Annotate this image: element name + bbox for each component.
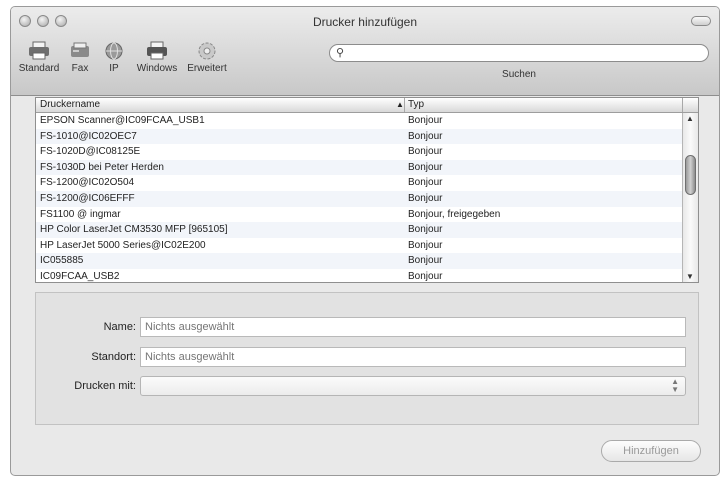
titlebar: Drucker hinzufügen Standard Fax IP Windo… xyxy=(11,7,719,96)
printer-type-cell: Bonjour xyxy=(408,115,443,126)
name-label: Name: xyxy=(103,321,136,333)
table-row[interactable]: FS-1200@IC06EFFF Bonjour xyxy=(36,191,682,207)
printer-name-cell: FS-1200@IC06EFFF xyxy=(40,193,135,204)
printer-type-cell: Bonjour xyxy=(408,130,443,142)
table-row[interactable]: FS-1200@IC02O504 Bonjour xyxy=(36,175,682,191)
table-row[interactable]: IC055885 Bonjour xyxy=(36,253,682,269)
location-field[interactable] xyxy=(140,347,686,367)
toolbar-item-ip[interactable]: IP xyxy=(99,41,129,74)
fax-icon xyxy=(71,42,89,57)
printer-type-cell: Bonjour xyxy=(408,271,443,282)
toolbar-item-advanced[interactable]: Erweitert xyxy=(183,41,231,74)
table-row[interactable]: HP LaserJet 5000 Series@IC02E200 Bonjour xyxy=(36,238,682,254)
search-field[interactable]: ⚲ xyxy=(329,44,709,62)
globe-icon xyxy=(105,42,123,60)
table-row[interactable]: FS-1020D@IC08125E Bonjour xyxy=(36,144,682,160)
driver-label: Drucken mit: xyxy=(74,380,136,392)
toolbar-label: Erweitert xyxy=(187,63,227,74)
toolbar-label: Standard xyxy=(18,63,60,74)
column-header-printer-name[interactable]: Druckername xyxy=(40,99,100,110)
search-label: Suchen xyxy=(502,69,536,80)
printer-type-cell: Bonjour xyxy=(408,161,443,173)
toolbar-label: Windows xyxy=(136,63,178,74)
column-divider xyxy=(682,98,683,112)
printer-type-cell: Bonjour xyxy=(408,255,443,267)
printer-name-cell: FS-1030D bei Peter Herden xyxy=(40,161,164,173)
column-header-type[interactable]: Typ xyxy=(408,99,424,110)
printer-type-cell: Bonjour xyxy=(408,224,443,236)
table-row[interactable]: FS1100 @ ingmar Bonjour, freigegeben xyxy=(36,207,682,223)
table-row[interactable]: FS-1030D bei Peter Herden Bonjour xyxy=(36,159,682,176)
table-row[interactable]: IC09FCAA_USB2 Bonjour xyxy=(36,269,682,282)
printer-name-cell: FS1100 @ ingmar xyxy=(40,208,121,220)
toolbar-label: Fax xyxy=(71,63,89,74)
printer-name-cell: IC055885 xyxy=(40,255,84,267)
toolbar-toggle-button[interactable] xyxy=(691,16,711,26)
chevron-updown-icon: ▲ ▼ xyxy=(671,377,679,394)
add-button[interactable]: Hinzufügen xyxy=(601,440,701,462)
printer-name-cell: FS-1020D@IC08125E xyxy=(40,146,141,158)
column-divider xyxy=(404,98,405,112)
sort-ascending-icon: ▲ xyxy=(396,100,404,109)
printer-type-cell: Bonjour xyxy=(408,193,443,204)
printer-name-cell: FS-1200@IC02O504 xyxy=(40,177,135,189)
details-panel: Name: Standort: Drucken mit: ▲▼ xyxy=(35,292,699,425)
add-printer-window: Drucker hinzufügen Standard Fax IP Windo… xyxy=(10,6,720,476)
windows-printer-icon xyxy=(147,41,167,60)
printer-type-cell: Bonjour xyxy=(408,177,443,189)
scroll-thumb[interactable] xyxy=(685,155,696,195)
table-row[interactable]: FS-1010@IC02OEC7 Bonjour xyxy=(36,128,682,145)
table-row[interactable]: EPSON Scanner@IC09FCAA_USB1 Bonjour xyxy=(36,113,682,129)
printer-icon xyxy=(29,41,49,60)
printer-name-cell: HP LaserJet 5000 Series@IC02E200 xyxy=(40,239,206,251)
toolbar-item-standard[interactable]: Standard xyxy=(17,41,61,74)
driver-select[interactable]: ▲ ▼ xyxy=(140,376,686,396)
location-label: Standort: xyxy=(91,351,136,363)
printer-name-cell: HP Color LaserJet CM3530 MFP [965105] xyxy=(40,224,228,236)
printer-type-cell: Bonjour, freigegeben xyxy=(408,208,501,220)
gear-icon xyxy=(198,42,216,60)
name-field[interactable] xyxy=(140,317,686,337)
search-icon: ⚲ xyxy=(336,47,345,59)
toolbar-item-windows[interactable]: Windows xyxy=(135,41,179,74)
scroll-up-icon[interactable]: ▲ xyxy=(686,114,694,123)
toolbar-item-fax[interactable]: Fax xyxy=(65,41,95,74)
printer-type-cell: Bonjour xyxy=(408,239,443,251)
printer-list[interactable]: Druckername ▲ Typ EPSON Scanner@IC09FCAA… xyxy=(35,97,699,283)
printer-name-cell: FS-1010@IC02OEC7 xyxy=(40,130,137,142)
search-input[interactable] xyxy=(350,46,704,62)
table-row[interactable]: HP Color LaserJet CM3530 MFP [965105] Bon… xyxy=(36,222,682,238)
window-title: Drucker hinzufügen xyxy=(312,15,418,29)
printer-name-cell: IC09FCAA_USB2 xyxy=(40,271,120,282)
scroll-down-icon[interactable]: ▼ xyxy=(686,272,694,281)
vertical-scrollbar[interactable]: ▲ ▼ xyxy=(682,113,698,282)
toolbar-label: IP xyxy=(109,63,119,74)
printer-type-cell: Bonjour xyxy=(408,146,443,158)
printer-name-cell: EPSON Scanner@IC09FCAA_USB1 xyxy=(40,115,205,126)
list-header: Druckername ▲ Typ xyxy=(36,98,698,113)
